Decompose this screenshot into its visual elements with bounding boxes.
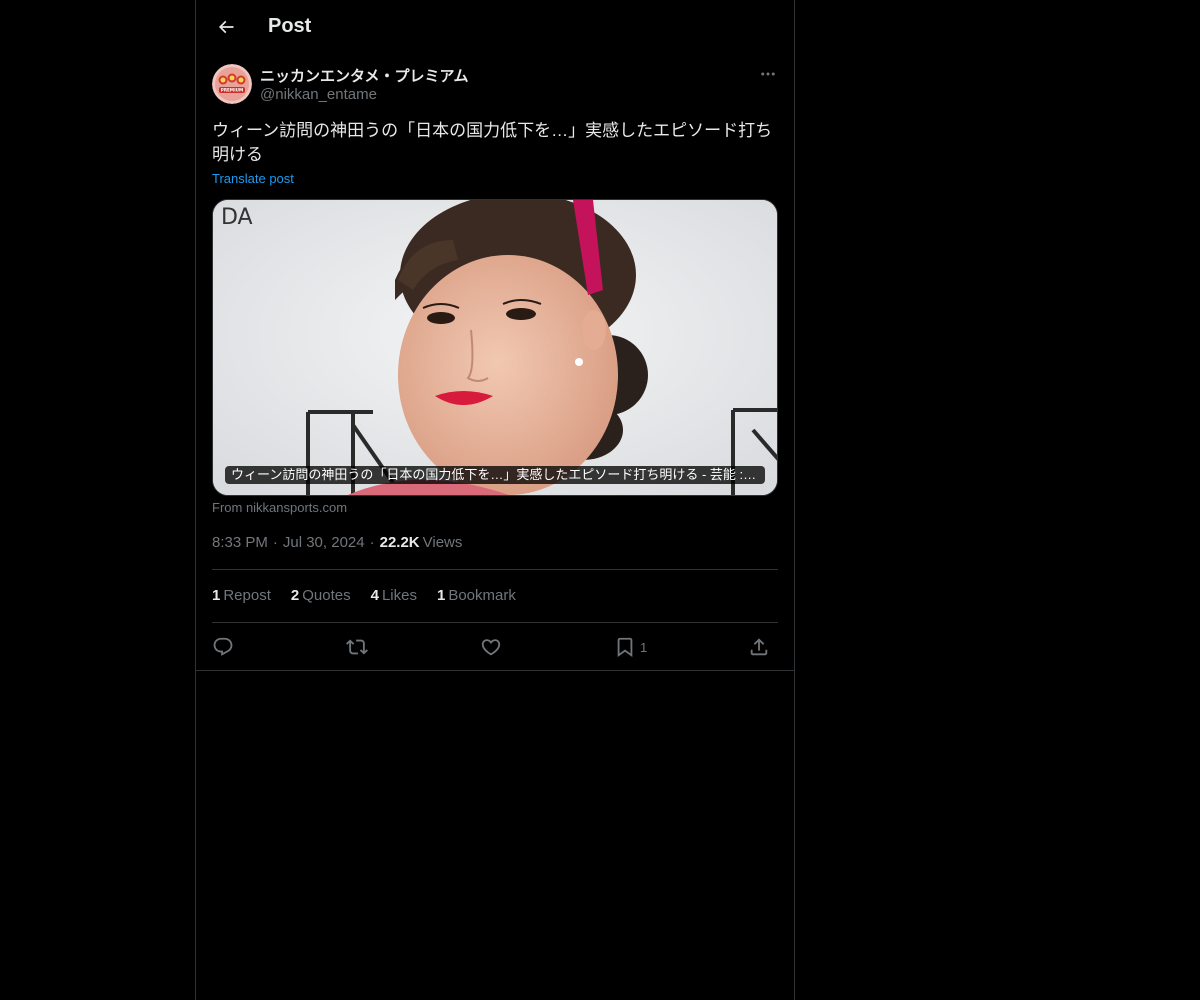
avatar-logo: PREMIUM <box>212 64 252 104</box>
author-handle[interactable]: @nikkan_entame <box>260 86 377 103</box>
divider <box>196 670 794 671</box>
post-column: Post PREMIUM ニッカンエンタメ・プレミアム @nikkan_enta… <box>195 0 795 1000</box>
avatar[interactable]: PREMIUM <box>212 64 252 104</box>
separator-dot: · <box>369 534 375 551</box>
back-button[interactable] <box>208 9 244 45</box>
views-count: 22.2K <box>379 534 420 551</box>
card-source[interactable]: From nikkansports.com <box>212 500 347 515</box>
post-date[interactable]: Jul 30, 2024 <box>283 534 365 551</box>
post-text: ウィーン訪問の神田うの「日本の国力低下を…」実感したエピソード打ち明ける <box>212 121 773 164</box>
share-icon <box>750 638 768 656</box>
share-button[interactable] <box>748 634 770 660</box>
svg-text:DA: DA <box>221 205 253 230</box>
bookmarks-label: Bookmark <box>448 587 516 604</box>
link-card[interactable]: DA ウィーン訪問の神田うの「日本の国力低下を…」実感したエピソード打ち明ける … <box>212 199 778 496</box>
bookmarks-count: 1 <box>436 587 446 604</box>
views-label: Views <box>422 534 463 551</box>
bookmarks-stat[interactable]: 1 Bookmark <box>437 587 516 604</box>
reposts-stat[interactable]: 1 Repost <box>212 587 271 604</box>
author-display-name[interactable]: ニッカンエンタメ・プレミアム <box>260 65 469 86</box>
likes-stat[interactable]: 4 Likes <box>371 587 417 604</box>
engagement-stats: 1 Repost 2 Quotes 4 Likes 1 Bookmark <box>212 587 536 604</box>
quotes-stat[interactable]: 2 Quotes <box>291 587 351 604</box>
action-bar: 1 <box>212 634 778 662</box>
repost-icon <box>346 639 368 655</box>
bookmark-count: 1 <box>640 639 648 655</box>
like-button[interactable] <box>480 634 502 660</box>
bookmark-icon <box>617 637 633 658</box>
separator-dot: · <box>272 534 278 551</box>
divider <box>212 569 778 570</box>
more-options-button[interactable] <box>758 64 778 84</box>
translate-post-link[interactable]: Translate post <box>212 171 294 186</box>
quotes-count: 2 <box>290 587 300 604</box>
reposts-count: 1 <box>212 587 221 604</box>
card-image: DA <box>213 200 777 495</box>
repost-button[interactable] <box>346 634 368 660</box>
reposts-label: Repost <box>223 587 271 604</box>
svg-text:PREMIUM: PREMIUM <box>221 88 243 93</box>
post-time[interactable]: 8:33 PM <box>212 534 268 551</box>
reply-button[interactable] <box>212 634 234 660</box>
post-author: PREMIUM ニッカンエンタメ・プレミアム @nikkan_entame <box>212 64 778 106</box>
card-caption: ウィーン訪問の神田うの「日本の国力低下を…」実感したエピソード打ち明ける - 芸… <box>225 466 765 484</box>
quotes-label: Quotes <box>302 587 351 604</box>
bookmark-button[interactable]: 1 <box>614 634 647 660</box>
likes-count: 4 <box>370 587 379 604</box>
post-meta: 8:33 PM · Jul 30, 2024 · 22.2K Views <box>212 534 462 551</box>
reply-icon <box>213 637 233 656</box>
back-arrow-icon <box>218 20 234 34</box>
divider <box>212 622 778 623</box>
top-bar: Post <box>196 0 794 54</box>
page-title: Post <box>268 15 312 37</box>
like-icon <box>481 639 501 656</box>
likes-label: Likes <box>381 587 417 604</box>
more-icon <box>761 72 775 76</box>
